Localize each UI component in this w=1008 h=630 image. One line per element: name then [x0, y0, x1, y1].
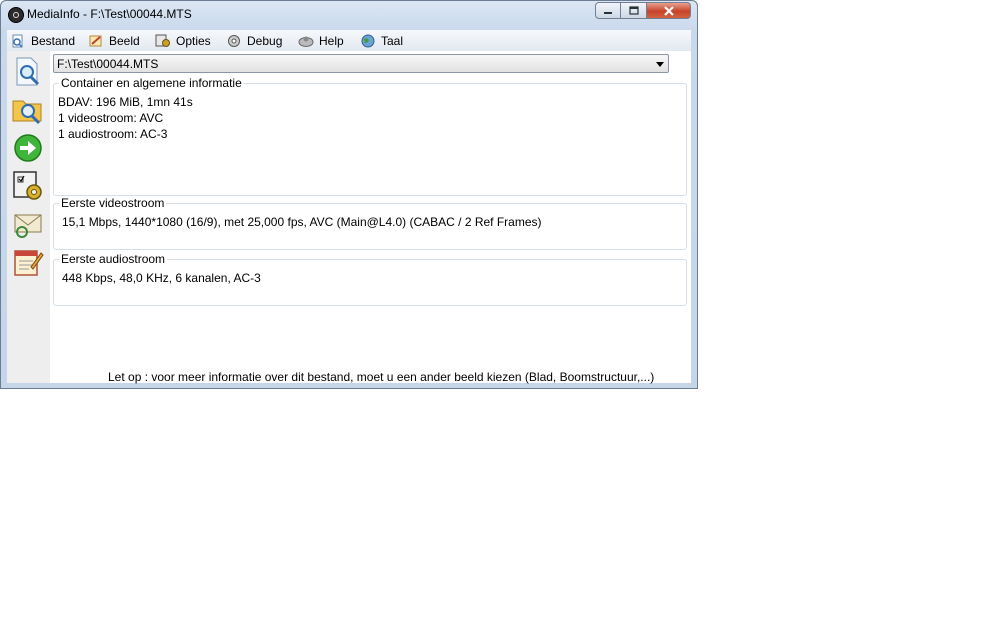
menu-bestand[interactable]: Bestand [10, 32, 75, 49]
open-folder-button[interactable] [11, 93, 45, 127]
minimize-icon [604, 11, 612, 14]
menu-debug-label: Debug [247, 33, 283, 48]
menu-opties-label: Opties [176, 33, 211, 48]
audio-section: Eerste audiostroom 448 Kbps, 48,0 KHz, 6… [53, 252, 687, 306]
menu-taal-label: Taal [381, 33, 404, 48]
chevron-down-icon[interactable] [656, 62, 664, 67]
container-line: BDAV: 196 MiB, 1mn 41s [58, 95, 193, 109]
next-arrow-icon [14, 134, 42, 162]
container-line: 1 videostroom: AVC [58, 111, 164, 125]
audio-section-title: Eerste audiostroom [59, 252, 168, 266]
main-content: F:\Test\00044.MTS Container en algemene … [50, 51, 691, 384]
notepad-icon [14, 250, 44, 276]
container-section: Container en algemene informatie BDAV: 1… [53, 76, 687, 196]
open-file-icon [10, 34, 26, 48]
audio-line: 448 Kbps, 48,0 KHz, 6 kanalen, AC-3 [62, 271, 261, 285]
file-select-value: F:\Test\00044.MTS [57, 57, 159, 71]
container-line: 1 audiostroom: AC-3 [58, 127, 168, 141]
preferences-icon [13, 171, 42, 200]
menu-beeld-label: Beeld [109, 33, 140, 48]
email-button[interactable] [11, 207, 45, 241]
menu-taal[interactable]: Taal [360, 32, 403, 49]
menu-bestand-label: Bestand [31, 33, 76, 48]
maximize-icon [628, 6, 639, 15]
video-line: 15,1 Mbps, 1440*1080 (16/9), met 25,000 … [62, 215, 542, 229]
video-section: Eerste videostroom 15,1 Mbps, 1440*1080 … [53, 196, 687, 250]
next-button[interactable] [11, 131, 45, 165]
debug-icon [226, 34, 242, 48]
audio-info: 448 Kbps, 48,0 KHz, 6 kanalen, AC-3 [62, 270, 261, 286]
footer-note: Let op : voor meer informatie over dit b… [108, 370, 655, 384]
preferences-button[interactable] [11, 169, 45, 203]
mediainfo-window: MediaInfo - F:\Test\00044.MTS Bestand Be… [0, 0, 698, 389]
menu-bar: Bestand Beeld Opties Debug Help Taal [7, 30, 691, 51]
container-info: BDAV: 196 MiB, 1mn 41s 1 videostroom: AV… [58, 94, 193, 142]
mediainfo-icon[interactable] [8, 7, 24, 23]
file-select[interactable]: F:\Test\00044.MTS [53, 54, 669, 73]
notepad-button[interactable] [11, 245, 45, 279]
caption-buttons [595, 2, 691, 20]
menu-debug[interactable]: Debug [226, 32, 282, 49]
menu-help-label: Help [319, 33, 344, 48]
title-bar[interactable]: MediaInfo - F:\Test\00044.MTS [1, 1, 697, 29]
window-title: MediaInfo - F:\Test\00044.MTS [27, 7, 192, 21]
minimize-button[interactable] [595, 2, 621, 19]
close-icon [663, 5, 674, 16]
menu-opties[interactable]: Opties [155, 32, 211, 49]
maximize-button[interactable] [621, 2, 647, 19]
help-icon [298, 34, 314, 48]
email-icon [14, 214, 42, 238]
options-icon [155, 34, 171, 48]
language-globe-icon [360, 34, 376, 48]
container-section-title: Container en algemene informatie [59, 76, 244, 90]
video-section-title: Eerste videostroom [59, 196, 167, 210]
menu-help[interactable]: Help [298, 32, 344, 49]
menu-beeld[interactable]: Beeld [88, 32, 140, 49]
side-toolbar [7, 51, 51, 383]
open-folder-icon [12, 100, 42, 125]
open-file-button[interactable] [11, 55, 45, 89]
open-file-icon [16, 57, 40, 86]
view-icon [88, 34, 104, 48]
close-button[interactable] [647, 2, 691, 19]
video-info: 15,1 Mbps, 1440*1080 (16/9), met 25,000 … [62, 214, 542, 230]
